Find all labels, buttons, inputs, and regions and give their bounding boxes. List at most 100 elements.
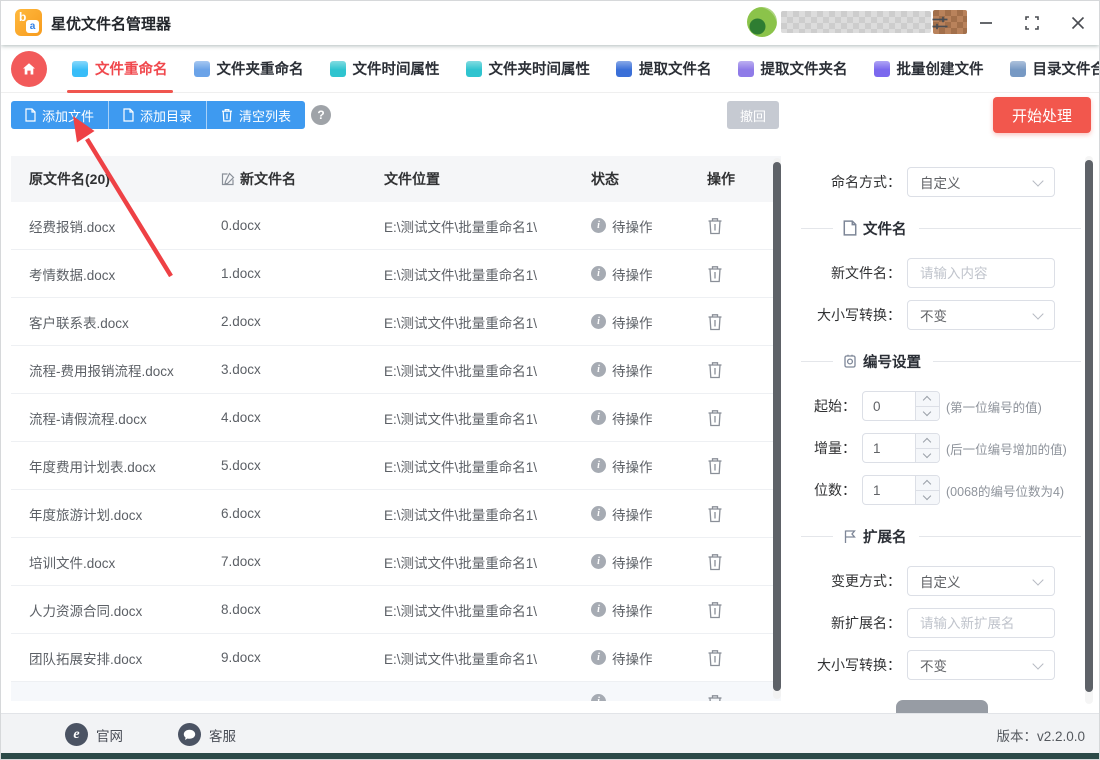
- table-row: 客户联系表.docx 2.docx E:\测试文件\批量重命名1\ 待操作: [11, 298, 781, 346]
- new-name-cell: 6.docx: [221, 506, 384, 521]
- official-website-link[interactable]: 官网: [65, 723, 123, 746]
- version-label: 版本：v2.2.0.0: [996, 725, 1085, 745]
- add-file-button[interactable]: 添加文件: [11, 101, 109, 129]
- table-scrollbar[interactable]: [773, 158, 781, 699]
- extract-foldername-icon: [738, 61, 754, 77]
- increase-icon[interactable]: [916, 476, 939, 491]
- tab-extract-foldername[interactable]: 提取文件夹名: [725, 45, 861, 93]
- decrease-icon[interactable]: [916, 449, 939, 463]
- numbering-section-title: 编号设置: [863, 351, 921, 372]
- increment-label: 增量：: [801, 438, 856, 458]
- partially-visible-button[interactable]: [896, 700, 988, 713]
- file-rename-icon: [72, 61, 88, 77]
- header-new-name: 新文件名: [221, 169, 384, 189]
- status-cell: 待操作: [591, 600, 707, 620]
- delete-icon[interactable]: [707, 649, 723, 667]
- delete-icon[interactable]: [707, 361, 723, 379]
- info-icon: [591, 650, 606, 665]
- chevron-down-icon: [1032, 574, 1043, 585]
- delete-icon[interactable]: [707, 217, 723, 235]
- delete-icon[interactable]: [707, 409, 723, 427]
- tab-extract-filename[interactable]: 提取文件名: [603, 45, 725, 93]
- avatar[interactable]: [747, 7, 777, 37]
- panel-scrollbar-thumb[interactable]: [1085, 160, 1093, 692]
- location-cell: E:\测试文件\批量重命名1\: [384, 648, 591, 668]
- naming-method-select[interactable]: 自定义: [907, 167, 1055, 197]
- status-cell: 待操作: [591, 648, 707, 668]
- table-row: 年度旅游计划.docx 6.docx E:\测试文件\批量重命名1\ 待操作: [11, 490, 781, 538]
- increase-icon[interactable]: [916, 434, 939, 449]
- delete-icon[interactable]: [707, 553, 723, 571]
- case-convert-select[interactable]: 不变: [907, 300, 1055, 330]
- delete-icon[interactable]: [707, 601, 723, 619]
- close-button[interactable]: [1067, 12, 1089, 34]
- decrease-icon[interactable]: [916, 407, 939, 421]
- tab-folder-time[interactable]: 文件夹时间属性: [453, 45, 604, 93]
- status-text: 待操作: [612, 600, 653, 620]
- decrease-icon[interactable]: [916, 491, 939, 505]
- original-name-cell: 年度费用计划表.docx: [29, 456, 221, 476]
- location-cell: E:\测试文件\批量重命名1\: [384, 312, 591, 332]
- status-text: 待操作: [612, 552, 653, 572]
- minimize-button[interactable]: [975, 12, 997, 34]
- start-processing-button[interactable]: 开始处理: [993, 97, 1091, 133]
- change-method-select[interactable]: 自定义: [907, 566, 1055, 596]
- status-text: 待操作: [612, 360, 653, 380]
- delete-icon[interactable]: [707, 694, 723, 701]
- increase-icon[interactable]: [916, 392, 939, 407]
- status-cell: 待操作: [591, 264, 707, 284]
- ext-case-convert-select[interactable]: 不变: [907, 650, 1055, 680]
- delete-icon[interactable]: [707, 505, 723, 523]
- delete-icon[interactable]: [707, 265, 723, 283]
- file-time-icon: [330, 61, 346, 77]
- panel-scrollbar[interactable]: [1085, 156, 1093, 704]
- new-filename-input[interactable]: [907, 258, 1055, 288]
- delete-icon[interactable]: [707, 457, 723, 475]
- tabbar: 文件重命名 文件夹重命名 文件时间属性 文件夹时间属性 提取文件名 提取文件夹名…: [1, 45, 1099, 93]
- settings-sliders-icon[interactable]: [929, 12, 951, 34]
- location-cell: E:\测试文件\批量重命名1\: [384, 264, 591, 284]
- tab-merge-extract[interactable]: 目录文件合并/提取: [997, 45, 1100, 93]
- digits-hint: (0068的编号位数为4): [946, 481, 1064, 500]
- naming-method-label: 命名方式：: [801, 172, 901, 192]
- file-table: 原文件名(20) 新文件名 文件位置 状态 操作 经费报销.docx 0.doc…: [11, 156, 781, 701]
- info-icon: [591, 602, 606, 617]
- tab-file-time[interactable]: 文件时间属性: [317, 45, 453, 93]
- status-text: 待操作: [612, 456, 653, 476]
- status-text: 待操作: [612, 504, 653, 524]
- home-button[interactable]: [11, 51, 47, 87]
- customer-support-link[interactable]: 客服: [178, 723, 236, 746]
- table-body: 经费报销.docx 0.docx E:\测试文件\批量重命名1\ 待操作 考情数…: [11, 202, 781, 682]
- increment-stepper[interactable]: 1: [862, 433, 940, 463]
- chevron-down-icon: [1032, 175, 1043, 186]
- numbering-icon: [843, 354, 857, 369]
- location-cell: E:\测试文件\批量重命名1\: [384, 216, 591, 236]
- tab-file-rename[interactable]: 文件重命名: [59, 45, 181, 93]
- delete-icon[interactable]: [707, 313, 723, 331]
- digits-stepper[interactable]: 1: [862, 475, 940, 505]
- increment-hint: (后一位编号增加的值): [946, 439, 1067, 458]
- status-cell: 待操作: [591, 360, 707, 380]
- tab-batch-create[interactable]: 批量创建文件: [861, 45, 997, 93]
- trash-icon: [221, 108, 233, 122]
- original-name-cell: 客户联系表.docx: [29, 312, 221, 332]
- new-name-cell: 0.docx: [221, 218, 384, 233]
- add-directory-button[interactable]: 添加目录: [109, 101, 207, 129]
- original-name-cell: 流程-费用报销流程.docx: [29, 360, 221, 380]
- location-cell: E:\测试文件\批量重命名1\: [384, 360, 591, 380]
- info-icon: [591, 218, 606, 233]
- help-button[interactable]: ?: [311, 105, 331, 125]
- app-window: ba 星优文件名管理器 文件重命名: [0, 0, 1100, 760]
- tab-folder-rename[interactable]: 文件夹重命名: [181, 45, 317, 93]
- action-cell: [707, 649, 767, 667]
- start-number-stepper[interactable]: 0: [862, 391, 940, 421]
- new-extension-input[interactable]: [907, 608, 1055, 638]
- table-scrollbar-thumb[interactable]: [773, 162, 781, 691]
- clear-list-button[interactable]: 清空列表: [207, 101, 305, 129]
- undo-button[interactable]: 撤回: [727, 101, 779, 129]
- maximize-button[interactable]: [1021, 12, 1043, 34]
- start-number-hint: (第一位编号的值): [946, 397, 1042, 416]
- case-convert-label: 大小写转换：: [801, 305, 901, 325]
- header-original-name: 原文件名(20): [29, 169, 221, 189]
- filename-section-title: 文件名: [863, 218, 907, 239]
